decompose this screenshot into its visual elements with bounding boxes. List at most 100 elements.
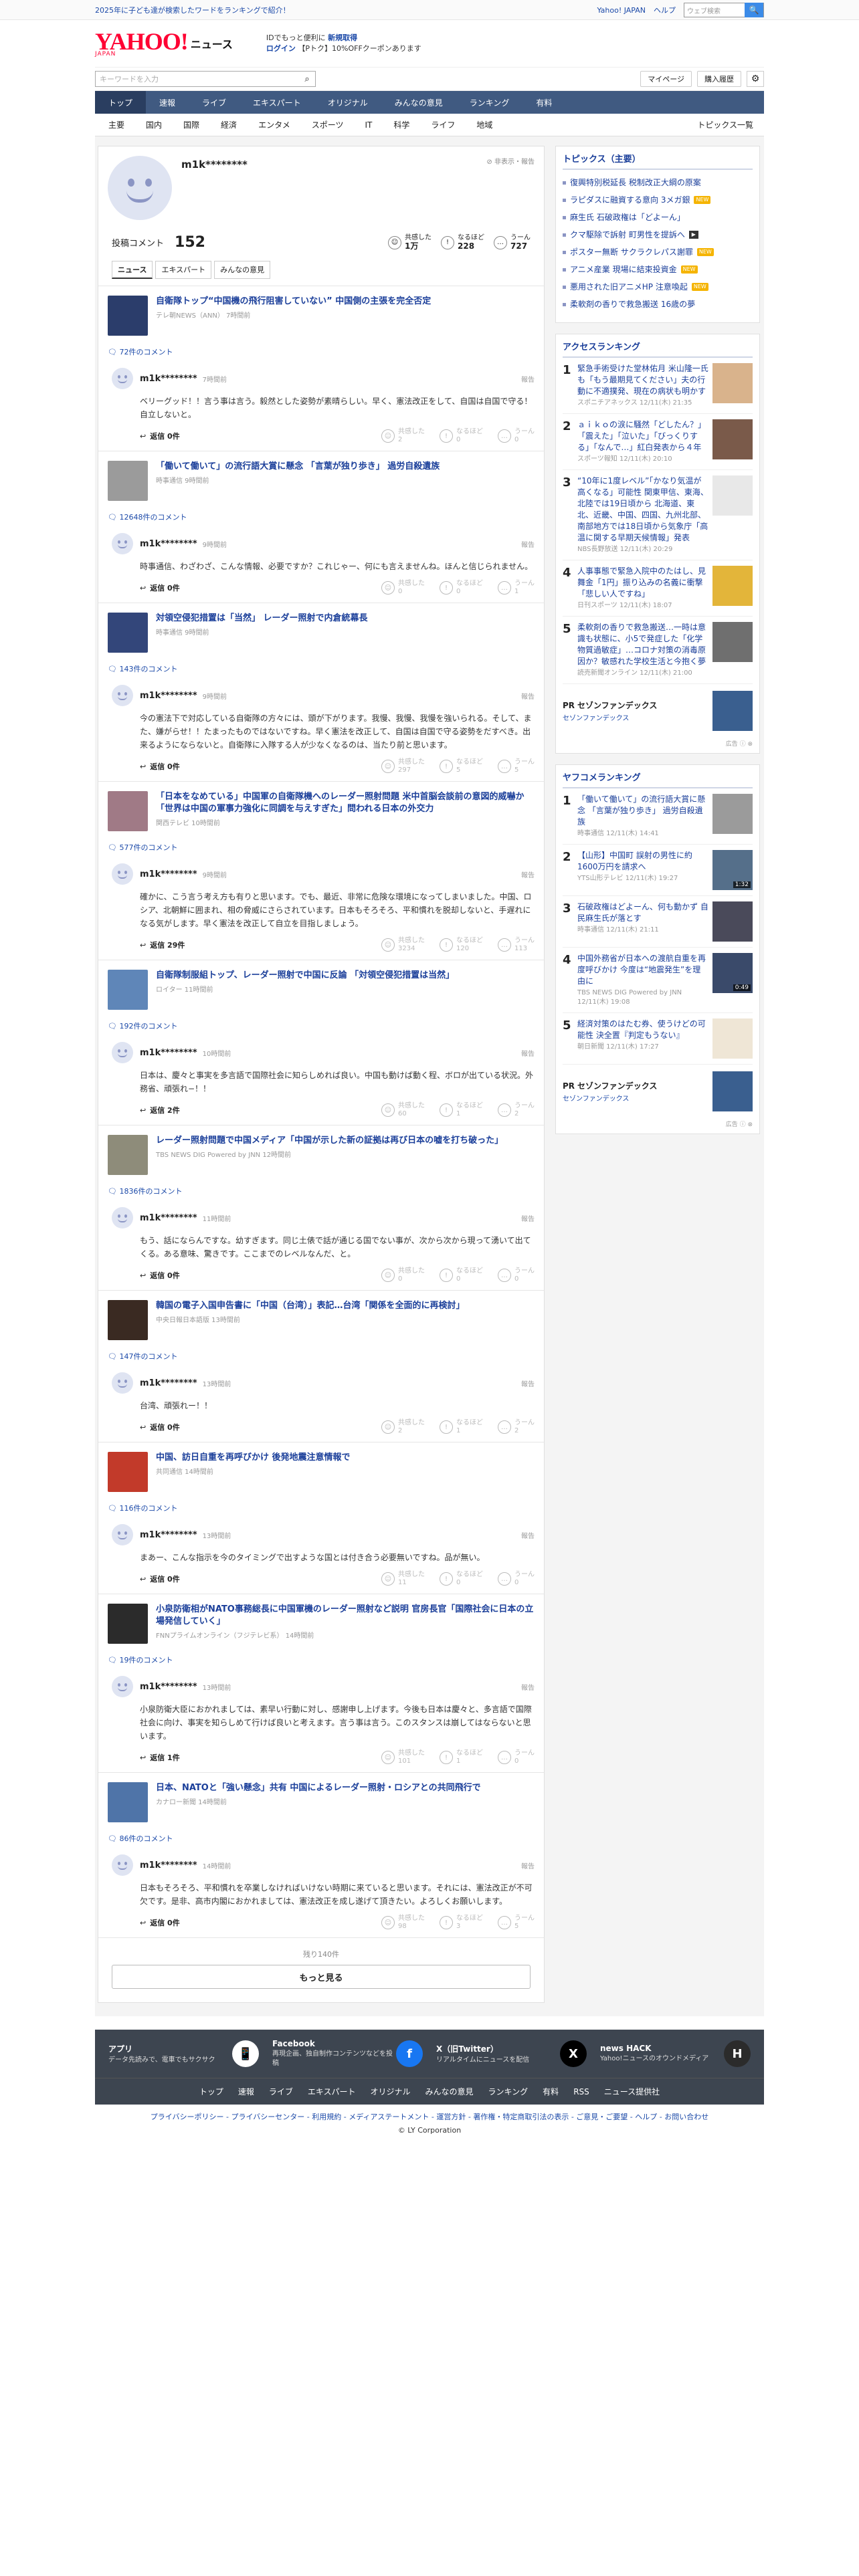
empathy-vote[interactable]: ☺ 共感した 2 xyxy=(381,1419,425,1435)
comment-count-link[interactable]: 🗨 143件のコメント xyxy=(98,657,544,678)
insight-vote[interactable]: ! なるほど 1 xyxy=(440,1419,483,1435)
report-link[interactable]: 報告 xyxy=(521,1530,535,1540)
empathy-vote[interactable]: ☺ 共感した 11 xyxy=(381,1571,425,1587)
footer-nav-item[interactable]: ニュース提供社 xyxy=(604,2086,660,2097)
ad-info[interactable]: 広告 ⓘ ⊗ xyxy=(563,1119,753,1128)
article-title[interactable]: 自衛隊制服組トップ、レーダー照射で中国に反論 「対領空侵犯措置は当然」 xyxy=(156,970,454,982)
report-link[interactable]: 報告 xyxy=(521,691,535,701)
ranking-item[interactable]: 3 “10年に1度レベル”「かなり気温が高くなる」可能性 関東甲信、東海、北陸では… xyxy=(563,470,753,560)
article-title[interactable]: 中国、訪日自重を再呼びかけ 後発地震注意情報で xyxy=(156,1452,351,1464)
comment-count-link[interactable]: 🗨 577件のコメント xyxy=(98,835,544,857)
topic-item[interactable]: ポスター無断 サクラクレパス謝罪 NEW xyxy=(563,243,753,261)
pr-ad[interactable]: PR セゾンファンデックス セゾンファンデックス xyxy=(563,684,753,738)
report-link[interactable]: 報告 xyxy=(521,1860,535,1870)
ranking-item[interactable]: 4 中国外務省が日本への渡航自重を再度呼びかけ 今度は“地震発生”を理由に TBS … xyxy=(563,948,753,1013)
footer-card-app[interactable]: アプリ データ先読みで、電車でもサクサク 📱 xyxy=(108,2039,259,2068)
article-title[interactable]: 対領空侵犯措置は「当然」 レーダー照射で内倉統幕長 xyxy=(156,613,368,625)
category-tab[interactable]: エンタメ xyxy=(248,119,301,130)
reply-button[interactable]: ↩ 返信 0件 xyxy=(140,582,180,593)
article-title[interactable]: 「日本をなめている」中国軍の自衛隊機へのレーダー照射問題 米中首脳会談前の意図的… xyxy=(156,791,535,815)
article-title[interactable]: 自衛隊トップ“中国機の飛行阻害していない” 中国側の主張を完全否定 xyxy=(156,296,431,308)
gear-icon[interactable]: ⚙ xyxy=(747,71,764,87)
footer-card-x[interactable]: X（旧Twitter） リアルタイムにニュースを配信 X xyxy=(436,2039,587,2068)
comment-count-link[interactable]: 🗨 192件のコメント xyxy=(98,1014,544,1035)
mypage-button[interactable]: マイページ xyxy=(640,71,692,87)
empathy-vote[interactable]: ☺ 共感した 297 xyxy=(381,758,425,774)
reply-button[interactable]: ↩ 返信 0件 xyxy=(140,761,180,772)
comment-count-link[interactable]: 🗨 86件のコメント xyxy=(98,1826,544,1848)
article-link[interactable]: 中国、訪日自重を再呼びかけ 後発地震注意情報で 共同通信 14時間前 xyxy=(98,1442,544,1496)
category-tab[interactable]: 科学 xyxy=(383,119,420,130)
reply-button[interactable]: ↩ 返信 0件 xyxy=(140,1574,180,1584)
comment-count-link[interactable]: 🗨 116件のコメント xyxy=(98,1496,544,1517)
report-link[interactable]: 報告 xyxy=(521,374,535,384)
topic-item[interactable]: 悪用された旧アニメHP 注意喚起 NEW xyxy=(563,278,753,296)
insight-vote[interactable]: ! なるほど 5 xyxy=(440,758,483,774)
comment-count-link[interactable]: 🗨 12648件のコメント xyxy=(98,505,544,526)
nav-tab[interactable]: トップ xyxy=(95,91,147,114)
article-link[interactable]: レーダー照射問題で中国メディア「中国が示した新の証拠は再び日本の嘘を打ち破った」… xyxy=(98,1125,544,1179)
article-title[interactable]: レーダー照射問題で中国メディア「中国が示した新の証拠は再び日本の嘘を打ち破った」 xyxy=(156,1135,503,1147)
article-link[interactable]: 「働いて働いて」の流行語大賞に懸念 「言葉が独り歩き」 過労自殺遺族 時事通信 9… xyxy=(98,451,544,505)
topic-item[interactable]: クマ駆除で訴射 町男性を提訴へ ▶ xyxy=(563,226,753,243)
article-title[interactable]: 日本、NATOと「強い懸念」共有 中国によるレーダー照射・ロシアとの共同飛行で xyxy=(156,1782,481,1794)
reply-button[interactable]: ↩ 返信 29件 xyxy=(140,940,185,950)
hmm-vote[interactable]: … うーん 1 xyxy=(498,580,535,596)
footer-nav-item[interactable]: オリジナル xyxy=(371,2086,411,2097)
reply-button[interactable]: ↩ 返信 0件 xyxy=(140,1270,180,1281)
reply-button[interactable]: ↩ 返信 0件 xyxy=(140,1422,180,1432)
coupon-link[interactable]: 【Pトク】10%OFFクーポンあります xyxy=(298,44,421,53)
hmm-vote[interactable]: … うーん 2 xyxy=(498,1419,535,1435)
category-tab[interactable]: 主要 xyxy=(95,119,135,130)
footer-card-facebook[interactable]: Facebook 再現企画、独自制作コンテンツなどを投稿 f xyxy=(272,2039,423,2068)
ranking-item[interactable]: 5 経済対策のはたむ券、使うけどの可能性 決全置『判定もうない』 朝日新聞 12/1… xyxy=(563,1013,753,1065)
insight-vote[interactable]: ! なるほど 0 xyxy=(440,580,483,596)
article-title[interactable]: 小泉防衛相がNATO事務総長に中国軍機のレーダー照射など説明 官房長官「国際社会… xyxy=(156,1604,535,1628)
article-link[interactable]: 「日本をなめている」中国軍の自衛隊機へのレーダー照射問題 米中首脳会談前の意図的… xyxy=(98,782,544,835)
footer-nav-item[interactable]: ライブ xyxy=(269,2086,293,2097)
purchase-history-button[interactable]: 購入履歴 xyxy=(697,71,741,87)
topic-item[interactable]: 復興特別税延長 税制改正大綱の原案 xyxy=(563,174,753,191)
article-link[interactable]: 対領空侵犯措置は「当然」 レーダー照射で内倉統幕長 時事通信 9時間前 xyxy=(98,603,544,657)
article-title[interactable]: 「働いて働いて」の流行語大賞に懸念 「言葉が独り歩き」 過労自殺遺族 xyxy=(156,461,440,473)
footer-nav-item[interactable]: トップ xyxy=(199,2086,223,2097)
hmm-vote[interactable]: … うーん 113 xyxy=(498,937,535,953)
nav-tab[interactable]: ライブ xyxy=(189,91,240,114)
empathy-vote[interactable]: ☺ 共感した 0 xyxy=(381,580,425,596)
empathy-vote[interactable]: ☺ 共感した 98 xyxy=(381,1915,425,1931)
category-tab[interactable]: ライフ xyxy=(420,119,466,130)
hide-report-button[interactable]: ⊘ 非表示・報告 xyxy=(486,156,535,166)
hmm-vote[interactable]: … うーん 0 xyxy=(498,1749,535,1765)
article-link[interactable]: 小泉防衛相がNATO事務総長に中国軍機のレーダー照射など説明 官房長官「国際社会… xyxy=(98,1594,544,1648)
yahoo-logo[interactable]: YAHOO! JAPAN xyxy=(95,29,189,58)
report-link[interactable]: 報告 xyxy=(521,1378,535,1388)
search-icon[interactable]: 🔍 xyxy=(745,3,763,17)
article-link[interactable]: 自衛隊制服組トップ、レーダー照射で中国に反論 「対領空侵犯措置は当然」 ロイター … xyxy=(98,960,544,1014)
topic-item[interactable]: ラピダスに融資する意向 3メガ銀 NEW xyxy=(563,191,753,209)
hmm-vote[interactable]: … うーん 5 xyxy=(498,758,535,774)
ranking-item[interactable]: 5 柔軟剤の香りで救急搬送…一時は意識も状態に、小5で発症した「化学物質過敏症」…… xyxy=(563,617,753,684)
nav-tab[interactable]: オリジナル xyxy=(314,91,381,114)
empathy-vote[interactable]: ☺ 共感した 2 xyxy=(381,428,425,444)
hmm-vote[interactable]: … うーん 0 xyxy=(498,1267,535,1283)
comment-count-link[interactable]: 🗨 72件のコメント xyxy=(98,340,544,361)
footer-nav-item[interactable]: 有料 xyxy=(543,2086,559,2097)
search-icon[interactable]: ⌕ xyxy=(299,74,315,84)
hmm-vote[interactable]: … うーん 5 xyxy=(498,1915,535,1931)
keyword-search-input[interactable]: キーワードを入力 ⌕ xyxy=(95,71,316,87)
category-tab[interactable]: 国際 xyxy=(173,119,210,130)
article-link[interactable]: 日本、NATOと「強い懸念」共有 中国によるレーダー照射・ロシアとの共同飛行でカ… xyxy=(98,1773,544,1826)
nav-tab[interactable]: 速報 xyxy=(146,91,189,114)
load-more-button[interactable]: もっと見る xyxy=(112,1965,531,1989)
tab-opinions[interactable]: みんなの意見 xyxy=(214,261,271,279)
nav-tab[interactable]: 有料 xyxy=(522,91,565,114)
insight-vote[interactable]: ! なるほど 1 xyxy=(440,1102,483,1118)
yahoo-japan-link[interactable]: Yahoo! JAPAN xyxy=(597,6,646,15)
tab-expert[interactable]: エキスパート xyxy=(155,261,212,279)
reply-button[interactable]: ↩ 返信 0件 xyxy=(140,1917,180,1928)
login-link[interactable]: ログイン xyxy=(266,44,296,53)
footer-nav-item[interactable]: 速報 xyxy=(238,2086,254,2097)
comment-count-link[interactable]: 🗨 1836件のコメント xyxy=(98,1179,544,1200)
empathy-vote[interactable]: ☺ 共感した 3234 xyxy=(381,937,425,953)
insight-vote[interactable]: ! なるほど 3 xyxy=(440,1915,483,1931)
